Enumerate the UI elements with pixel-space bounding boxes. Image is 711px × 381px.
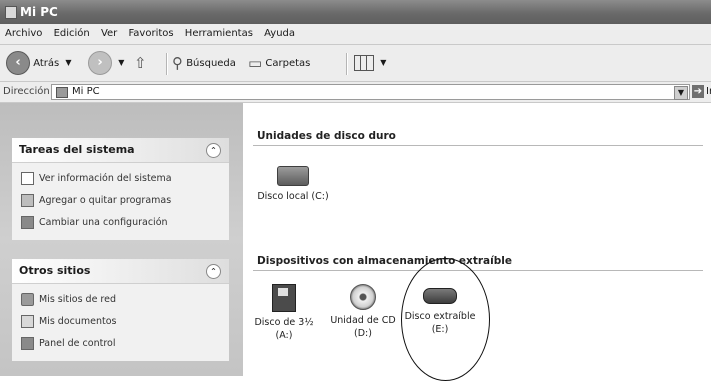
place-label: Mis sitios de red <box>39 294 117 305</box>
task-label: Ver información del sistema <box>39 173 172 184</box>
address-field[interactable]: Mi PC ▼ <box>51 84 690 100</box>
collapse-icon[interactable]: ⌃ <box>206 264 221 279</box>
highlight-circle <box>401 258 490 381</box>
drive-c-label: Disco local (C:) <box>257 191 329 202</box>
floppy-disk-icon <box>272 284 296 312</box>
folders-label: Carpetas <box>265 58 311 69</box>
menu-ayuda[interactable]: Ayuda <box>260 24 299 44</box>
task-pane: Tareas del sistema ⌃ Ver información del… <box>0 103 243 376</box>
other-places-title: Otros sitios <box>19 264 91 277</box>
task-change-setting[interactable]: Cambiar una configuración <box>12 212 229 234</box>
group-header-removable: Dispositivos con almacenamiento extraíbl… <box>257 255 512 267</box>
forward-button[interactable]: › ▼ <box>88 51 124 75</box>
cd-drive-icon <box>350 284 376 310</box>
content-area: Unidades de disco duro Disco local (C:) … <box>243 103 711 381</box>
place-control-panel[interactable]: Panel de control <box>12 333 229 355</box>
chevron-down-icon[interactable]: ▼ <box>674 86 688 100</box>
other-places-header[interactable]: Otros sitios ⌃ <box>12 259 229 284</box>
my-computer-icon <box>56 87 68 98</box>
chevron-down-icon[interactable]: ▼ <box>118 51 124 75</box>
documents-folder-icon <box>21 315 34 328</box>
drive-d-label-line1: Unidad de CD <box>330 315 396 326</box>
group-header-hard-disks: Unidades de disco duro <box>257 130 396 142</box>
go-arrow-icon[interactable]: ➔ <box>692 85 704 98</box>
hard-disk-icon <box>277 166 309 186</box>
menu-herramientas[interactable]: Herramientas <box>181 24 257 44</box>
folders-icon: ▭ <box>248 54 263 72</box>
drive-a-label-line2: (A:) <box>275 330 293 341</box>
task-label: Agregar o quitar programas <box>39 195 172 206</box>
search-label: Búsqueda <box>186 58 236 69</box>
chevron-down-icon[interactable]: ▼ <box>380 51 386 75</box>
toolbar: ‹ Atrás ▼ › ▼ ⇧ ⚲ Búsqueda ▭ Carpetas ▼ <box>0 45 711 82</box>
folders-button[interactable]: ▭ Carpetas <box>248 51 310 75</box>
other-places-panel: Otros sitios ⌃ Mis sitios de red Mis doc… <box>12 259 229 361</box>
back-arrow-icon: ‹ <box>6 51 30 75</box>
group-divider <box>253 270 703 271</box>
drive-d-label-line2: (D:) <box>354 328 372 339</box>
up-folder-icon: ⇧ <box>134 54 147 72</box>
place-label: Mis documentos <box>39 316 117 327</box>
drive-a-label-line1: Disco de 3½ <box>254 317 314 328</box>
menu-edicion[interactable]: Edición <box>50 24 94 44</box>
system-tasks-panel: Tareas del sistema ⌃ Ver información del… <box>12 138 229 240</box>
toolbar-separator <box>166 53 168 75</box>
place-label: Panel de control <box>39 338 116 349</box>
window-title: Mi PC <box>20 5 58 19</box>
place-documents[interactable]: Mis documentos <box>12 311 229 333</box>
title-bar: Mi PC <box>0 0 711 24</box>
menu-bar: Archivo Edición Ver Favoritos Herramient… <box>0 24 711 45</box>
drive-d[interactable]: Unidad de CD (D:) <box>329 284 397 340</box>
chevron-down-icon[interactable]: ▼ <box>65 51 71 75</box>
menu-ver[interactable]: Ver <box>97 24 121 44</box>
control-panel-icon <box>21 216 34 229</box>
views-icon <box>354 55 374 71</box>
back-label: Atrás <box>33 58 60 69</box>
drive-c[interactable]: Disco local (C:) <box>253 166 333 203</box>
address-label: Dirección <box>3 86 50 97</box>
task-view-system-info[interactable]: Ver información del sistema <box>12 168 229 190</box>
group-divider <box>253 145 703 146</box>
system-info-icon <box>21 172 34 185</box>
views-button[interactable]: ▼ <box>354 51 386 75</box>
search-button[interactable]: ⚲ Búsqueda <box>172 51 236 75</box>
toolbar-separator <box>346 53 348 75</box>
menu-archivo[interactable]: Archivo <box>0 24 46 44</box>
place-network[interactable]: Mis sitios de red <box>12 289 229 311</box>
collapse-icon[interactable]: ⌃ <box>206 143 221 158</box>
search-icon: ⚲ <box>172 54 183 72</box>
address-value: Mi PC <box>72 86 100 97</box>
drive-a[interactable]: Disco de 3½ (A:) <box>253 284 315 342</box>
my-computer-icon <box>5 6 17 19</box>
up-folder-button[interactable]: ⇧ <box>134 51 147 75</box>
control-panel-icon <box>21 337 34 350</box>
system-tasks-header[interactable]: Tareas del sistema ⌃ <box>12 138 229 163</box>
network-places-icon <box>21 293 34 306</box>
task-label: Cambiar una configuración <box>39 217 168 228</box>
forward-arrow-icon: › <box>88 51 112 75</box>
address-bar: Dirección Mi PC ▼ ➔ Ir <box>0 82 711 103</box>
go-label[interactable]: Ir <box>706 82 711 102</box>
system-tasks-title: Tareas del sistema <box>19 143 135 156</box>
add-remove-programs-icon <box>21 194 34 207</box>
menu-favoritos[interactable]: Favoritos <box>124 24 177 44</box>
task-add-remove-programs[interactable]: Agregar o quitar programas <box>12 190 229 212</box>
back-button[interactable]: ‹ Atrás ▼ <box>6 51 72 75</box>
